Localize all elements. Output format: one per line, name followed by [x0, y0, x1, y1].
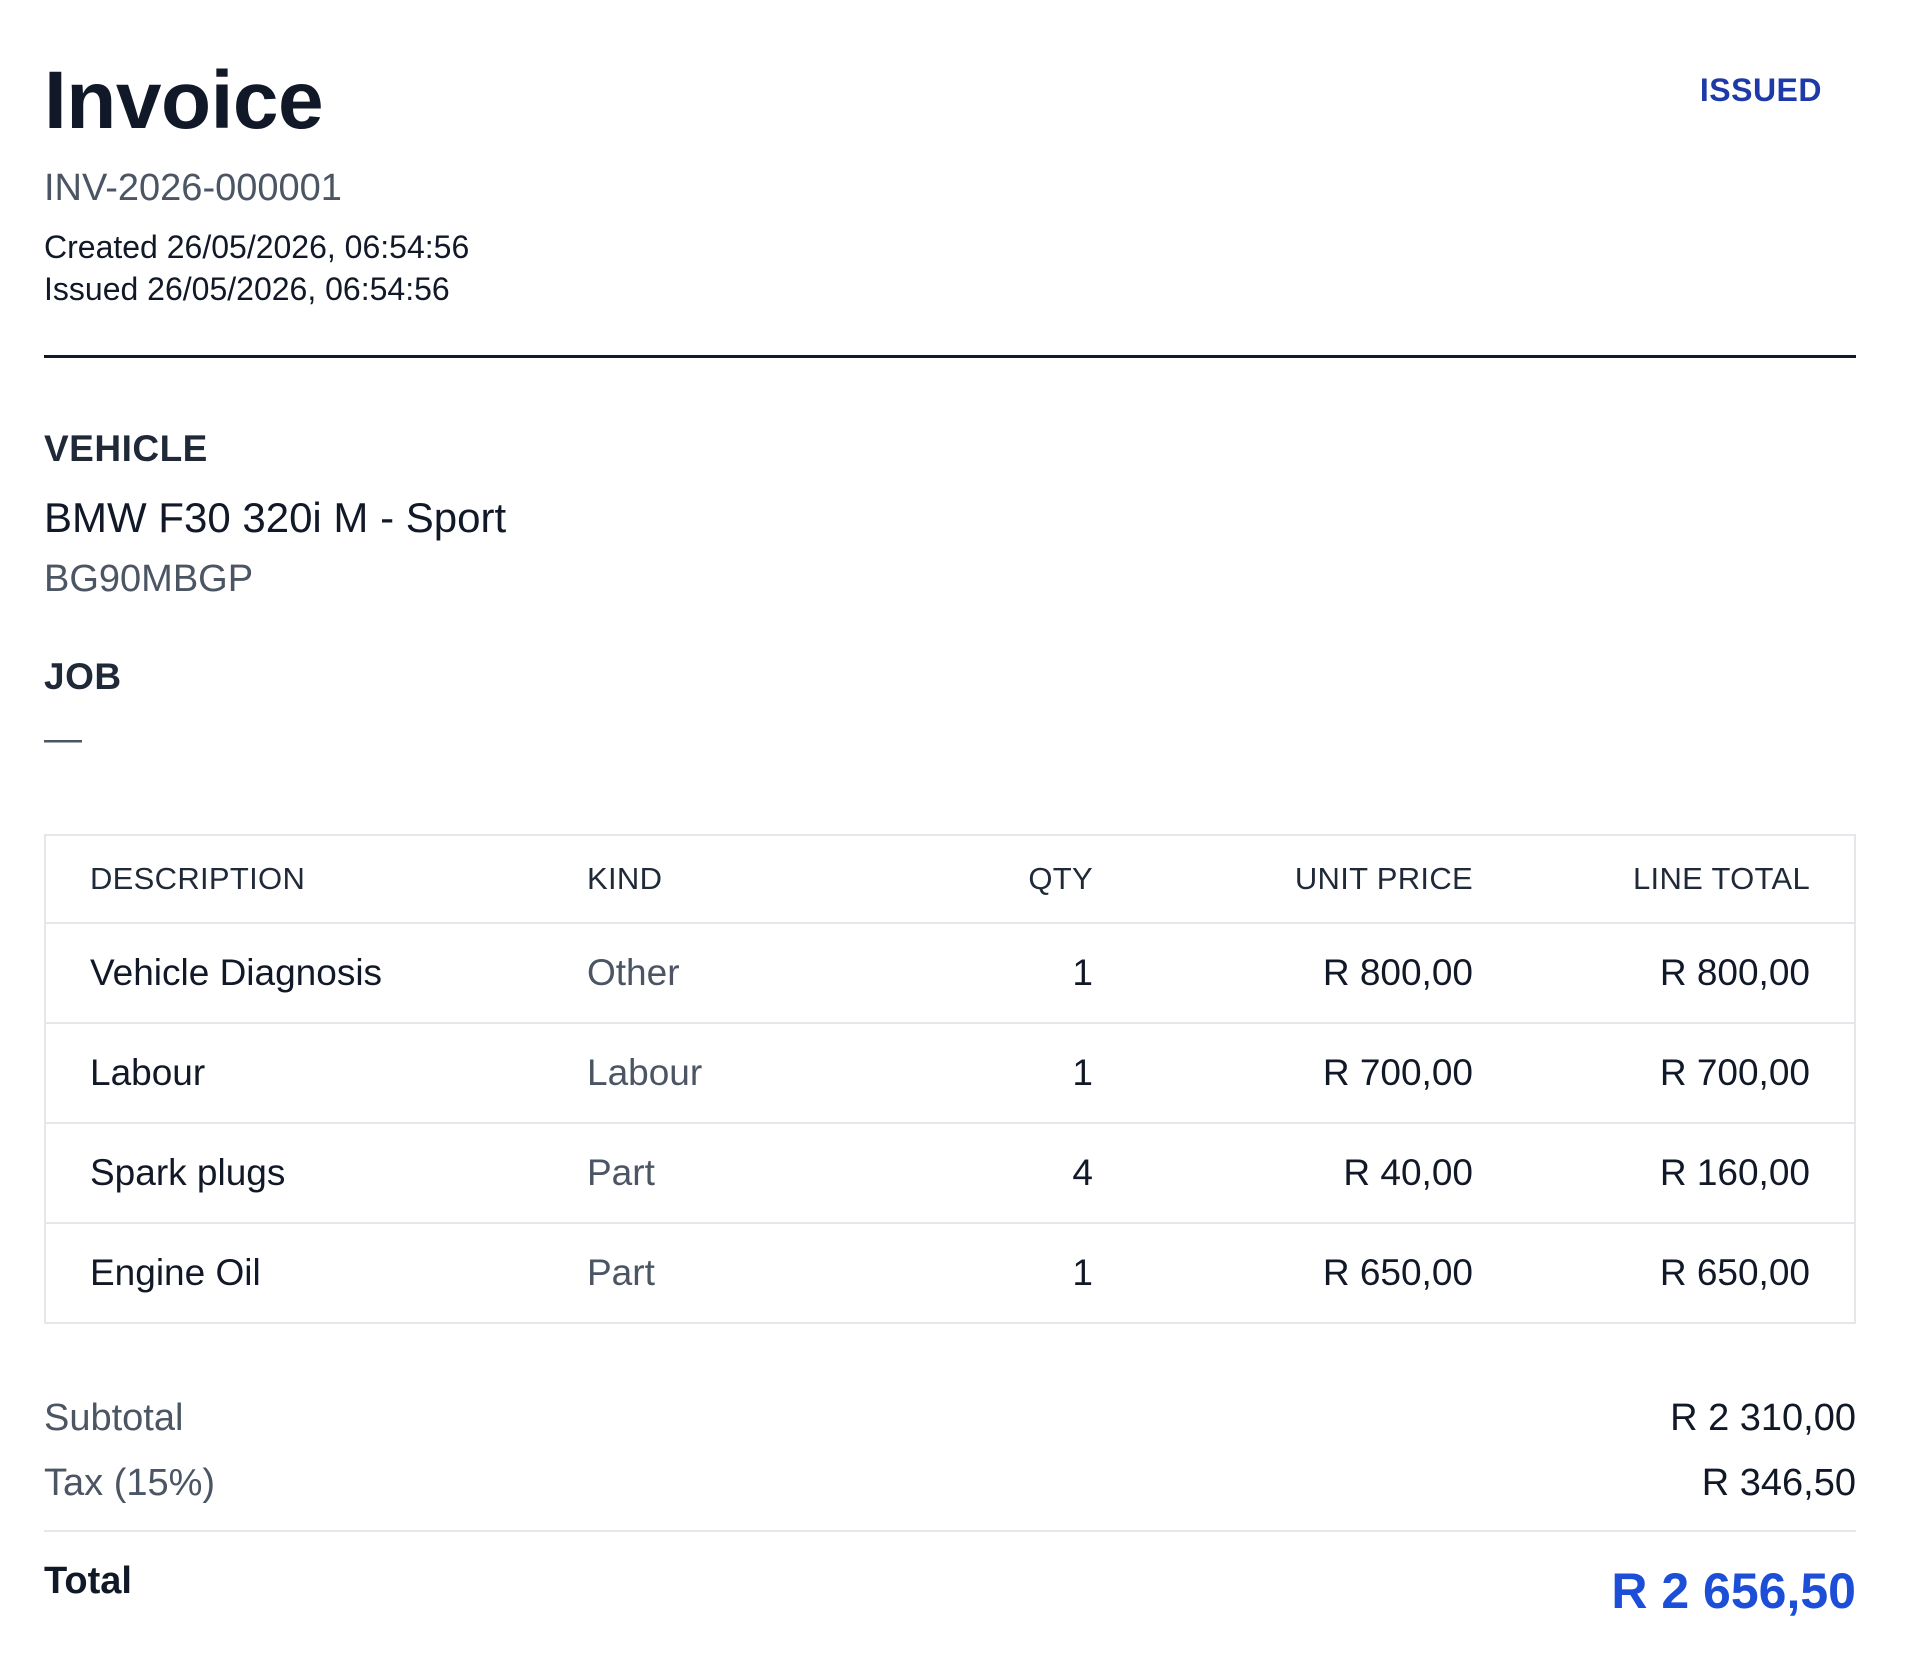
cell-unit-price: R 800,00 [1093, 923, 1473, 1024]
column-header-line-total: LINE TOTAL [1473, 835, 1855, 924]
column-header-kind: KIND [587, 835, 847, 924]
cell-unit-price: R 700,00 [1093, 1023, 1473, 1124]
table-row: Vehicle Diagnosis Other 1 R 800,00 R 800… [45, 923, 1855, 1024]
invoice-number: INV-2026-000001 [44, 167, 342, 209]
cell-kind: Other [587, 923, 847, 1024]
cell-description: Engine Oil [90, 1252, 261, 1293]
status-badge: ISSUED [1699, 72, 1822, 108]
column-header-description: DESCRIPTION [45, 835, 587, 924]
cell-qty: 1 [847, 1023, 1093, 1124]
line-items-table: DESCRIPTION KIND QTY UNIT PRICE LINE TOT… [44, 834, 1856, 1324]
invoice-header: Invoice ISSUED INV-2026-000001 Created 2… [44, 0, 1856, 358]
table-row: Labour Labour 1 R 700,00 R 700,00 [45, 1023, 1855, 1124]
cell-line-total: R 800,00 [1473, 923, 1855, 1024]
cell-description: Labour [45, 1023, 587, 1124]
cell-line-total: R 700,00 [1473, 1023, 1855, 1124]
cell-qty: 4 [847, 1123, 1093, 1224]
vehicle-name: BMW F30 320i M - Sport [44, 494, 507, 541]
job-section-label: JOB [44, 656, 122, 697]
cell-kind: Labour [587, 1023, 847, 1124]
cell-description: Spark plugs [45, 1123, 587, 1224]
totals-divider [44, 1530, 1856, 1532]
column-header-unit-price: UNIT PRICE [1093, 835, 1473, 924]
cell-description: Vehicle Diagnosis [45, 923, 587, 1024]
table-header-row: DESCRIPTION KIND QTY UNIT PRICE LINE TOT… [45, 835, 1855, 924]
vehicle-section-label: VEHICLE [44, 428, 208, 469]
cell-line-total: R 650,00 [1659, 1252, 1810, 1293]
cell-kind: Part [587, 1123, 847, 1224]
cell-unit-price: R 40,00 [1093, 1123, 1473, 1224]
job-value: — [44, 718, 82, 760]
cell-kind: Part [587, 1252, 655, 1293]
table-row: Spark plugs Part 4 R 40,00 R 160,00 [45, 1123, 1855, 1224]
tax-label: Tax (15%) [44, 1462, 216, 1504]
tax-value: R 346,50 [1701, 1462, 1856, 1504]
table-row: Engine Oil Part 1 R 650,00 R 650,00 [45, 1223, 1855, 1323]
total-value: R 2 656,50 [1611, 1563, 1856, 1619]
subtotal-value: R 2 310,00 [1670, 1397, 1856, 1439]
subtotal-label: Subtotal [44, 1397, 184, 1439]
cell-qty: 1 [1072, 1252, 1093, 1293]
cell-qty: 1 [847, 923, 1093, 1024]
column-header-qty: QTY [847, 835, 1093, 924]
cell-unit-price: R 650,00 [1322, 1252, 1473, 1293]
total-label: Total [44, 1560, 132, 1602]
header-divider [44, 355, 1856, 358]
vehicle-registration: BG90MBGP [44, 558, 254, 600]
cell-line-total: R 160,00 [1473, 1123, 1855, 1224]
page-title: Invoice [44, 55, 324, 146]
issued-timestamp: Issued 26/05/2026, 06:54:56 [44, 271, 450, 307]
created-timestamp: Created 26/05/2026, 06:54:56 [44, 229, 470, 265]
invoice-page: Invoice ISSUED INV-2026-000001 Created 2… [44, 0, 1856, 1619]
